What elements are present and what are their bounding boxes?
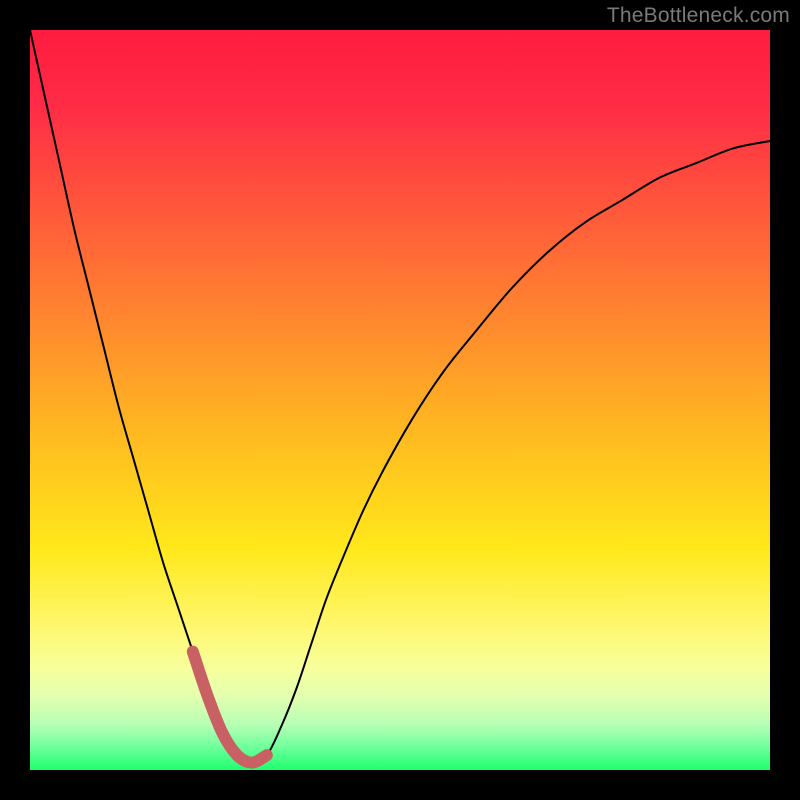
watermark-text: TheBottleneck.com	[607, 4, 790, 28]
chart-background	[30, 30, 770, 770]
bottleneck-chart	[0, 0, 800, 800]
